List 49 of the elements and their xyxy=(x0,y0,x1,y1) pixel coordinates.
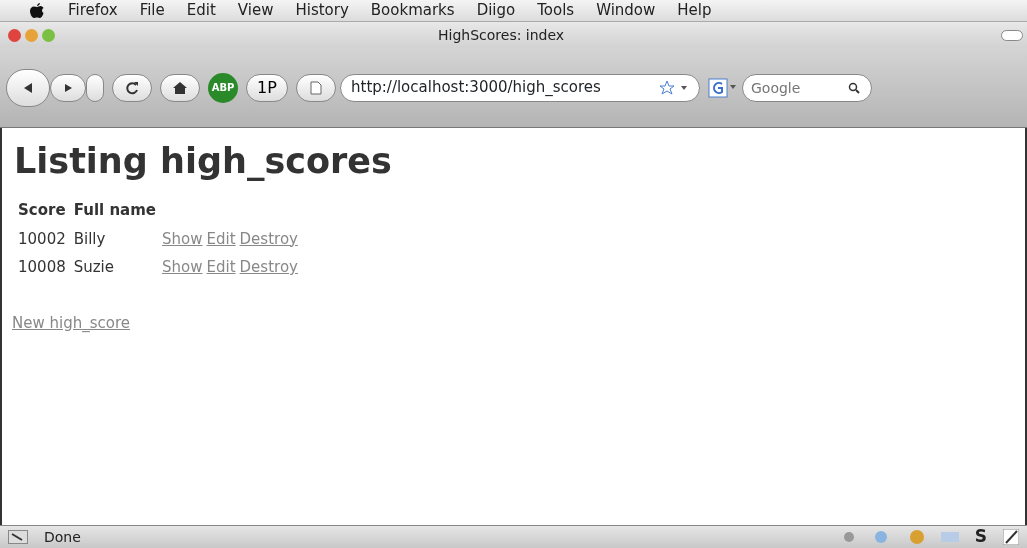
site-identity-button[interactable] xyxy=(296,73,336,102)
reload-button[interactable] xyxy=(112,73,152,102)
pencil-icon[interactable] xyxy=(1003,529,1019,545)
page-heading: Listing high_scores xyxy=(14,140,393,182)
status-text: Done xyxy=(44,527,81,547)
action-link[interactable]: Edit xyxy=(206,258,236,276)
resize-icon xyxy=(8,530,28,544)
close-button[interactable] xyxy=(8,28,21,42)
table-cell-text: 10008 xyxy=(17,257,67,278)
back-button[interactable] xyxy=(6,68,50,107)
onepassword-button[interactable]: 1P xyxy=(246,73,288,102)
column-header: Score xyxy=(17,200,67,221)
menu-item[interactable]: Firefox xyxy=(68,0,118,22)
menu-item[interactable]: History xyxy=(295,0,349,22)
menu-item[interactable]: Bookmarks xyxy=(370,0,455,22)
search-icon[interactable] xyxy=(848,81,860,94)
window-title: HighScores: index xyxy=(438,25,565,45)
menu-item[interactable]: Diigo xyxy=(476,0,516,22)
action-link[interactable]: Show xyxy=(162,258,203,276)
addon-button[interactable]: S xyxy=(974,524,987,548)
action-link[interactable]: Edit xyxy=(206,229,236,248)
new-record-link[interactable]: New high_score xyxy=(12,311,130,334)
home-icon xyxy=(172,80,188,95)
search-field[interactable]: Google xyxy=(742,73,872,102)
column-header: Full name xyxy=(72,200,157,221)
toolbar-toggle-button[interactable] xyxy=(1001,29,1023,41)
menu-item[interactable]: View xyxy=(237,0,274,22)
forward-button[interactable] xyxy=(50,73,86,102)
page-icon xyxy=(310,80,322,95)
search-engine-icon[interactable] xyxy=(708,76,738,99)
menu-item[interactable]: Help xyxy=(677,0,712,22)
table-cell-text: Suzie xyxy=(72,257,116,278)
menu-item[interactable]: Window xyxy=(596,0,656,22)
menu-item[interactable]: Edit xyxy=(186,0,216,22)
menu-item[interactable]: Tools xyxy=(537,0,575,22)
table-cell-text: Billy xyxy=(72,228,107,250)
menu-item[interactable]: File xyxy=(139,0,165,22)
action-link[interactable]: Show xyxy=(162,229,203,248)
url-text: http://localhost:3000/high_scores xyxy=(351,77,601,99)
forward-arrow-icon xyxy=(62,81,74,94)
apple-logo-icon[interactable] xyxy=(28,1,46,20)
home-button[interactable] xyxy=(160,73,200,102)
table-cell-text: 10002 xyxy=(17,228,67,250)
action-link[interactable]: Destroy xyxy=(239,229,298,248)
adblock-badge[interactable]: ABP xyxy=(208,72,238,103)
star-icon[interactable] xyxy=(659,79,689,96)
action-link[interactable]: Destroy xyxy=(239,258,298,276)
reload-icon xyxy=(124,79,140,96)
url-field[interactable]: http://localhost:3000/high_scores xyxy=(340,73,700,102)
